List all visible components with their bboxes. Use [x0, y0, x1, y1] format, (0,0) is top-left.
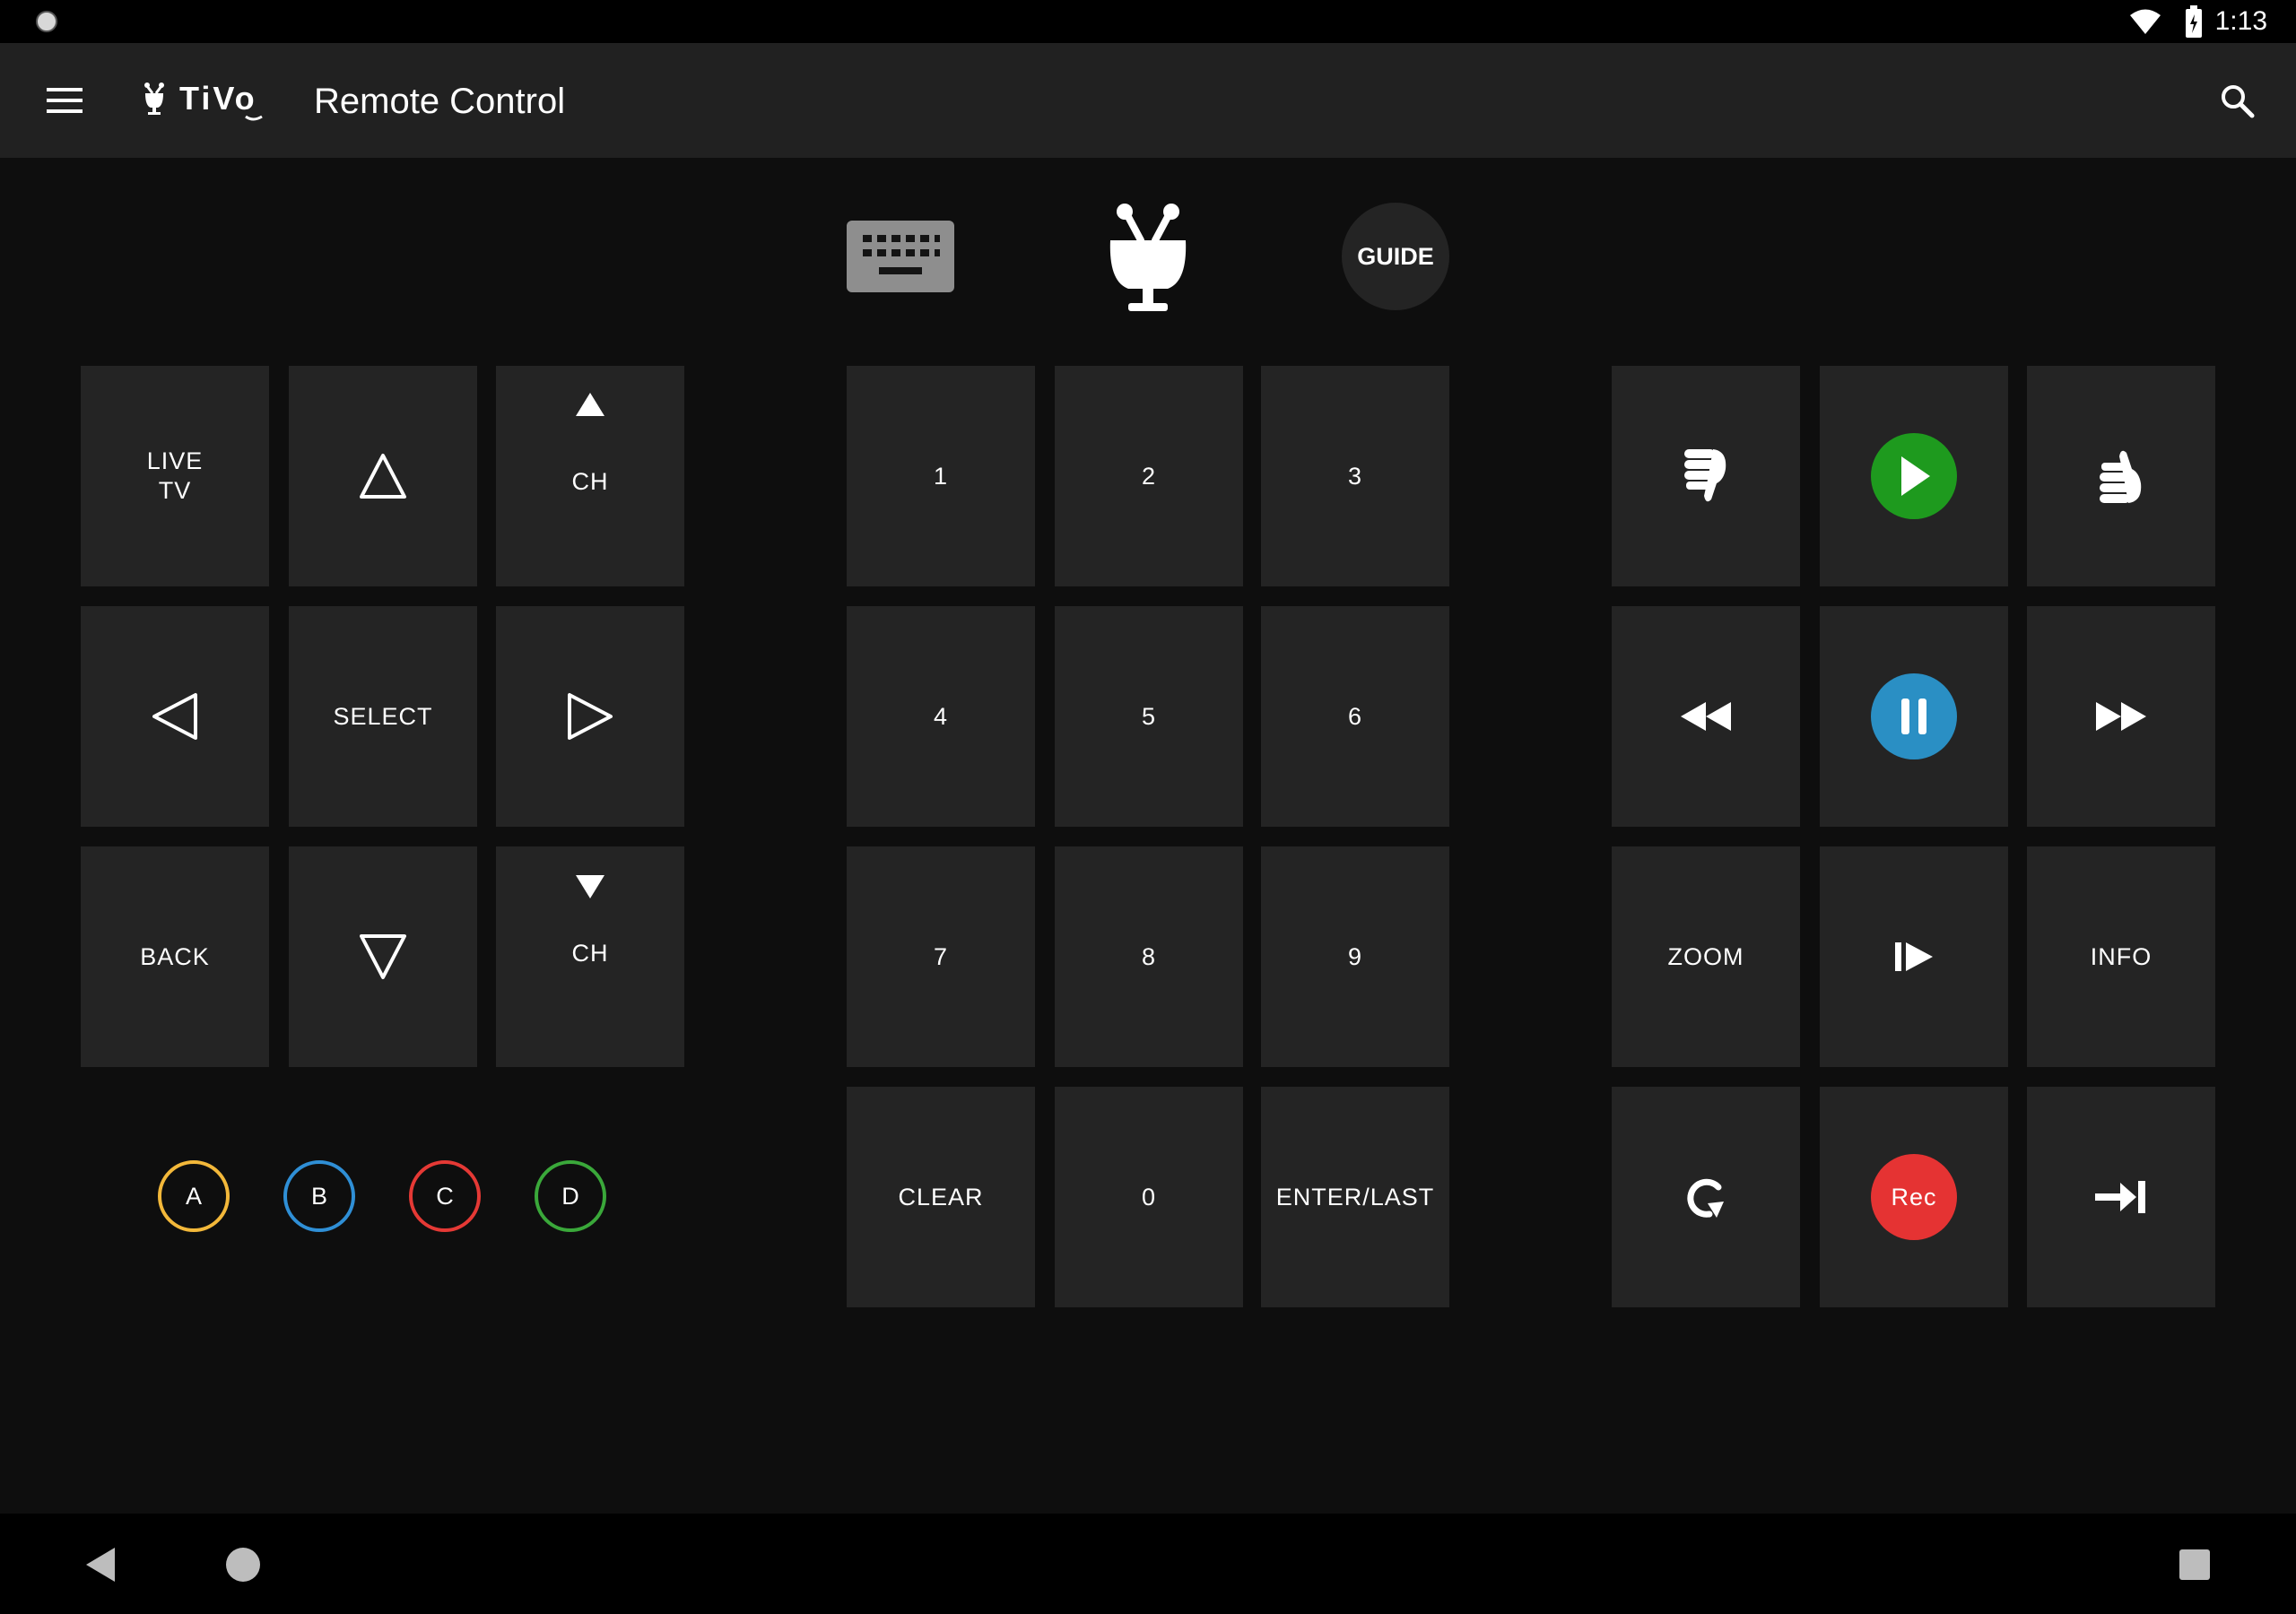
thumbs-up-icon — [2100, 450, 2142, 503]
select-button[interactable]: SELECT — [289, 606, 477, 827]
color-button-c-label: C — [436, 1182, 454, 1210]
number-key-label: 5 — [1141, 702, 1157, 730]
right-arrow-icon — [568, 693, 613, 740]
left-arrow-icon — [152, 693, 197, 740]
system-back-icon[interactable] — [83, 1546, 118, 1584]
live-tv-button[interactable]: LIVE TV — [81, 366, 269, 586]
notification-icon — [36, 11, 57, 32]
tivo-logo-icon: TiVo — [144, 80, 263, 121]
tivo-wordmark: TiVo — [179, 80, 257, 117]
clear-button[interactable]: CLEAR — [847, 1087, 1035, 1307]
number-key-3[interactable]: 3 — [1261, 366, 1449, 586]
enter-last-label: ENTER/LAST — [1275, 1183, 1435, 1210]
up-arrow-icon — [360, 454, 406, 499]
number-key-6[interactable]: 6 — [1261, 606, 1449, 827]
fast-forward-button[interactable] — [2027, 606, 2215, 827]
number-key-0[interactable]: 0 — [1055, 1087, 1243, 1307]
play-button[interactable] — [1820, 366, 2008, 586]
guide-button[interactable]: GUIDE — [1342, 203, 1449, 310]
info-label: INFO — [2090, 942, 2152, 970]
back-label: BACK — [140, 942, 210, 970]
enter-last-button[interactable]: ENTER/LAST — [1261, 1087, 1449, 1307]
replay-icon — [1687, 1178, 1724, 1218]
thumbs-up-button[interactable] — [2027, 366, 2215, 586]
channel-down-button[interactable]: CH — [496, 846, 684, 1067]
channel-up-label: CH — [571, 468, 609, 495]
number-key-label: 2 — [1141, 462, 1157, 490]
color-button-c[interactable]: C — [409, 1160, 481, 1232]
up-button[interactable] — [289, 366, 477, 586]
zoom-label: ZOOM — [1667, 942, 1744, 970]
status-bar — [0, 0, 2296, 43]
number-key-label: 0 — [1141, 1183, 1157, 1210]
number-key-label: 3 — [1347, 462, 1363, 490]
number-key-4[interactable]: 4 — [847, 606, 1035, 827]
advance-icon — [2095, 1181, 2145, 1213]
number-key-7[interactable]: 7 — [847, 846, 1035, 1067]
zoom-button[interactable]: ZOOM — [1612, 846, 1800, 1067]
color-button-b-label: B — [310, 1182, 327, 1210]
number-key-label: 7 — [933, 942, 949, 970]
back-button[interactable]: BACK — [81, 846, 269, 1067]
slow-motion-icon — [1895, 942, 1933, 971]
menu-icon[interactable] — [47, 86, 83, 115]
keyboard-button[interactable] — [847, 221, 954, 292]
color-button-a-label: A — [185, 1182, 202, 1210]
tivo-home-button[interactable] — [1105, 199, 1191, 316]
down-button[interactable] — [289, 846, 477, 1067]
number-key-label: 6 — [1347, 702, 1363, 730]
tivo-logo: TiVo — [140, 77, 298, 124]
number-key-8[interactable]: 8 — [1055, 846, 1243, 1067]
channel-up-button[interactable]: CH — [496, 366, 684, 586]
down-arrow-icon — [360, 934, 406, 979]
number-key-label: 8 — [1141, 942, 1157, 970]
number-key-1[interactable]: 1 — [847, 366, 1035, 586]
fast-forward-icon — [2096, 702, 2146, 731]
rewind-icon — [1681, 702, 1731, 731]
number-key-label: 1 — [933, 462, 949, 490]
thumbs-down-icon — [1684, 449, 1726, 502]
wifi-icon — [2130, 9, 2161, 34]
app-title: Remote Control — [314, 82, 566, 121]
left-button[interactable] — [81, 606, 269, 827]
system-recents-icon[interactable] — [2178, 1548, 2212, 1582]
number-key-9[interactable]: 9 — [1261, 846, 1449, 1067]
number-key-2[interactable]: 2 — [1055, 366, 1243, 586]
tivo-mascot-icon — [1109, 204, 1187, 311]
search-icon[interactable] — [2219, 82, 2255, 118]
thumbs-down-button[interactable] — [1612, 366, 1800, 586]
battery-icon — [2186, 5, 2202, 38]
clear-label: CLEAR — [898, 1183, 984, 1210]
pause-button[interactable] — [1820, 606, 2008, 827]
play-icon — [1871, 433, 1957, 519]
select-label: SELECT — [333, 702, 433, 730]
number-key-label: 4 — [933, 702, 949, 730]
channel-down-label: CH — [571, 940, 609, 967]
color-button-d-label: D — [561, 1182, 579, 1210]
record-button[interactable]: Rec — [1820, 1087, 2008, 1307]
replay-button[interactable] — [1612, 1087, 1800, 1307]
channel-down-icon — [576, 875, 604, 898]
keyboard-icon — [863, 235, 940, 274]
live-tv-label: LIVE TV — [146, 447, 204, 504]
record-label: Rec — [1891, 1183, 1937, 1210]
record-icon: Rec — [1871, 1154, 1957, 1240]
color-button-d[interactable]: D — [535, 1160, 606, 1232]
pause-icon — [1871, 673, 1957, 759]
slow-motion-button[interactable] — [1820, 846, 2008, 1067]
system-nav-bar — [0, 1514, 2296, 1614]
color-button-a[interactable]: A — [158, 1160, 230, 1232]
status-time: 1:13 — [2214, 6, 2267, 36]
rewind-button[interactable] — [1612, 606, 1800, 827]
number-key-5[interactable]: 5 — [1055, 606, 1243, 827]
system-home-icon[interactable] — [224, 1546, 262, 1584]
color-button-b[interactable]: B — [283, 1160, 355, 1232]
advance-button[interactable] — [2027, 1087, 2215, 1307]
number-key-label: 9 — [1347, 942, 1363, 970]
right-button[interactable] — [496, 606, 684, 827]
info-button[interactable]: INFO — [2027, 846, 2215, 1067]
channel-up-icon — [576, 393, 604, 416]
